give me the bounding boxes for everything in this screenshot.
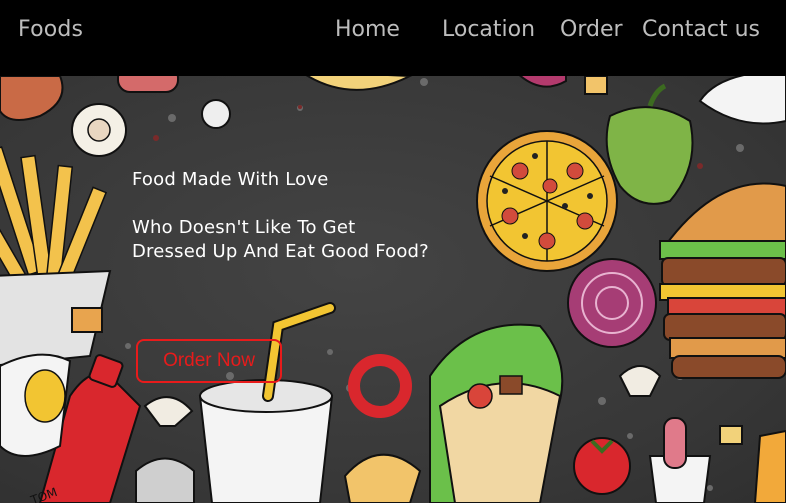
brand-logo[interactable]: Foods bbox=[18, 17, 83, 42]
order-now-button[interactable]: Order Now bbox=[136, 339, 282, 383]
nav-home[interactable]: Home bbox=[335, 17, 400, 42]
top-navbar: Foods Home Location Order Contact us bbox=[0, 0, 786, 76]
nav-order[interactable]: Order bbox=[560, 17, 623, 42]
nav-contact-us[interactable]: Contact us bbox=[642, 17, 760, 42]
hero-subtitle-line1: Who Doesn't Like To Get bbox=[132, 217, 356, 238]
nav-location[interactable]: Location bbox=[442, 17, 535, 42]
food-doodle-background: TOM bbox=[0, 76, 786, 503]
hero-section: TOM Food Made With Love Who Doesn't Like… bbox=[0, 76, 786, 503]
hero-subtitle-line2: Dressed Up And Eat Good Food? bbox=[132, 241, 429, 262]
hero-title: Food Made With Love bbox=[132, 169, 329, 190]
